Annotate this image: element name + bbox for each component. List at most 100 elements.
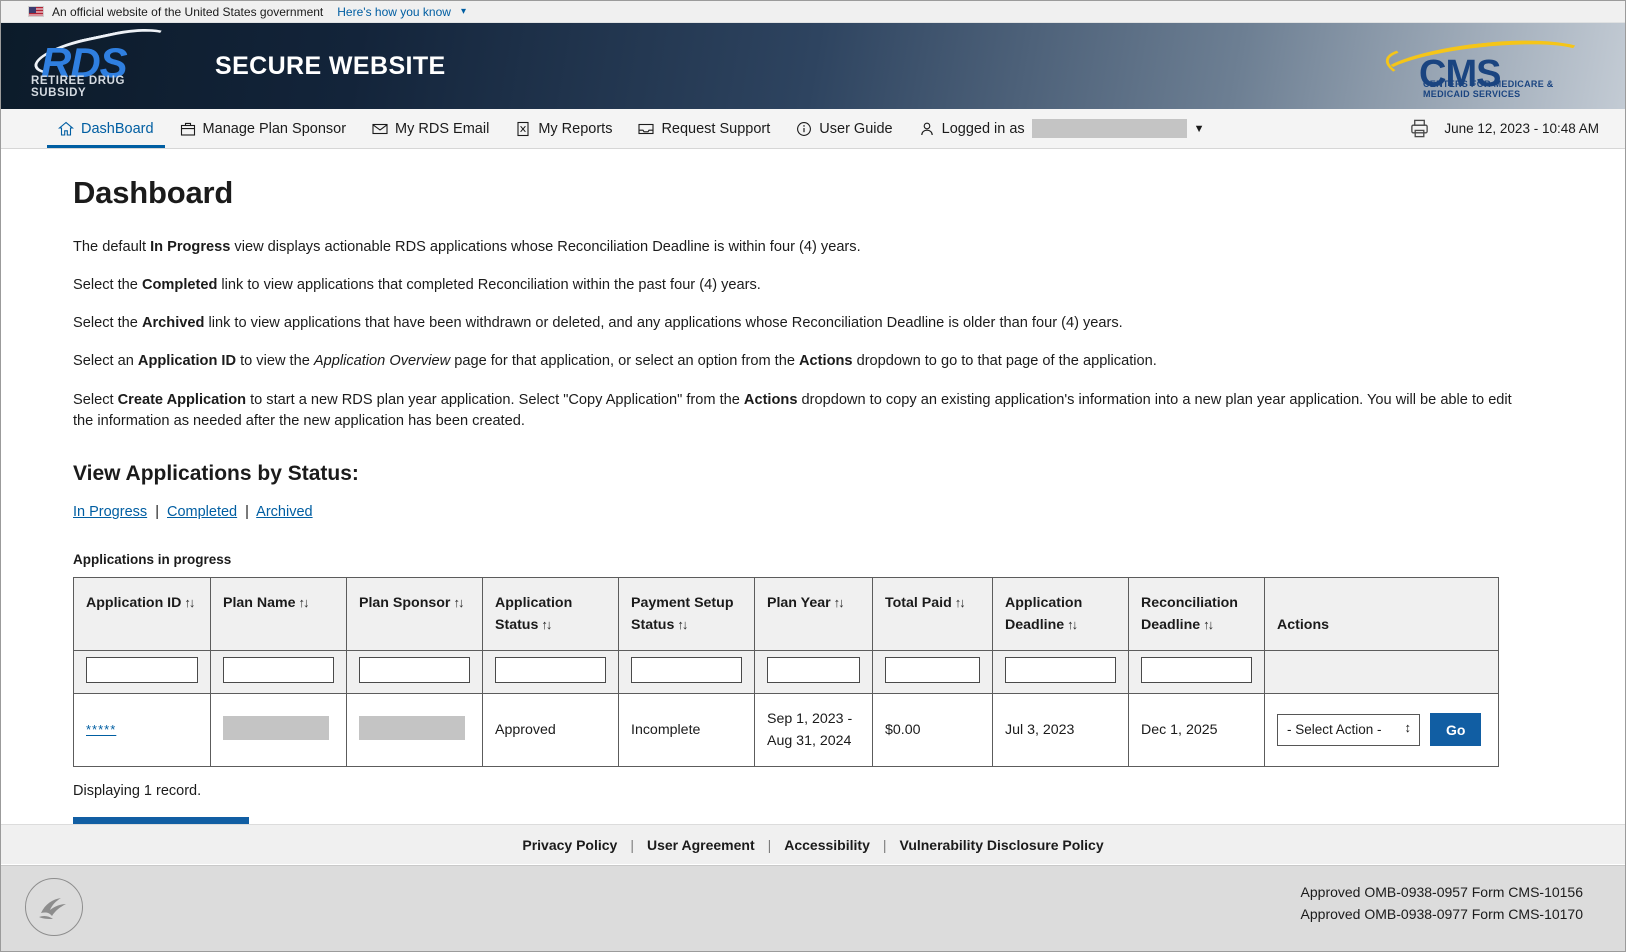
status-filter-links: In Progress | Completed | Archived: [73, 504, 1625, 520]
intro-paragraph-5: Select Create Application to start a new…: [73, 391, 1512, 429]
status-link-archived[interactable]: Archived: [256, 504, 312, 520]
filter-cell-payment-setup-status: [618, 649, 755, 694]
col-header-plan-sponsor[interactable]: Plan Sponsor ↑↓: [346, 576, 483, 651]
nav-item-dashboard[interactable]: DashBoard: [45, 109, 167, 148]
sort-updown-icon[interactable]: ↑↓: [834, 595, 845, 610]
filter-input-plan-name[interactable]: [223, 656, 334, 683]
person-icon: [919, 121, 935, 137]
filter-cell-actions: [1264, 649, 1499, 694]
filter-input-plan-year[interactable]: [767, 656, 860, 683]
footer-links-bar: Privacy Policy | User Agreement | Access…: [1, 824, 1625, 864]
cell-application-deadline: Jul 3, 2023: [992, 692, 1129, 767]
applications-table: Application ID ↑↓ Plan Name ↑↓ Plan Sponso…: [73, 576, 1499, 767]
envelope-icon: [372, 121, 388, 137]
col-header-application-status[interactable]: Application Status ↑↓: [482, 576, 619, 651]
briefcase-icon: [180, 121, 196, 137]
col-header-payment-setup-status[interactable]: Payment Setup Status ↑↓: [618, 576, 755, 651]
filter-input-application-deadline[interactable]: [1005, 656, 1116, 683]
intro-paragraph-3: Select the Archived link to view applica…: [73, 315, 1123, 332]
sort-updown-icon[interactable]: ↑↓: [677, 617, 688, 632]
col-label: Application Status: [495, 594, 573, 633]
col-header-application-deadline[interactable]: Application Deadline ↑↓: [992, 576, 1129, 651]
omb-line-2: Approved OMB-0938-0977 Form CMS-10170: [1300, 905, 1583, 922]
filter-input-payment-setup-status[interactable]: [631, 656, 742, 683]
col-header-reconciliation-deadline[interactable]: Reconciliation Deadline ↑↓: [1128, 576, 1265, 651]
logged-in-as-control[interactable]: Logged in as ▼: [906, 109, 1218, 148]
main-content: Dashboard The default In Progress view d…: [1, 149, 1625, 893]
filter-input-reconciliation-deadline[interactable]: [1141, 656, 1252, 683]
col-header-application-id[interactable]: Application ID ↑↓: [73, 576, 211, 651]
go-button[interactable]: Go: [1430, 713, 1482, 747]
nav-item-my-rds-email[interactable]: My RDS Email: [359, 109, 502, 148]
filter-input-plan-sponsor[interactable]: [359, 656, 470, 683]
cell-plan-name: [210, 692, 347, 767]
filter-input-application-status[interactable]: [495, 656, 606, 683]
rds-logo[interactable]: RDS RETIREE DRUG SUBSIDY: [29, 20, 177, 99]
heres-how-you-know-link[interactable]: Here's how you know: [337, 5, 451, 19]
col-header-plan-name[interactable]: Plan Name ↑↓: [210, 576, 347, 651]
record-count-text: Displaying 1 record.: [73, 782, 202, 799]
application-id-link[interactable]: *****: [86, 722, 116, 737]
usa-official-banner: An official website of the United States…: [1, 1, 1625, 23]
inbox-icon: [638, 121, 655, 137]
sort-updown-icon[interactable]: ↑↓: [955, 595, 966, 610]
table-row: ***** Approved Incomplete Sep 1, 2023 - …: [73, 692, 1499, 767]
chevron-down-icon[interactable]: ▼: [1194, 123, 1205, 135]
plan-year-end: Aug 31, 2024: [767, 732, 852, 749]
sort-updown-icon[interactable]: ↑↓: [1067, 617, 1078, 632]
actions-cell-wrapper: - Select Action - Go: [1277, 713, 1486, 747]
home-icon: [57, 121, 75, 137]
status-link-completed[interactable]: Completed: [167, 504, 237, 520]
omb-approval-text: Approved OMB-0938-0957 Form CMS-10156 Ap…: [1301, 882, 1583, 925]
filter-input-application-id[interactable]: [86, 656, 198, 683]
nav-item-my-reports[interactable]: My Reports: [502, 109, 625, 148]
filter-cell-plan-year: [754, 649, 873, 694]
col-label: Actions: [1277, 616, 1330, 633]
cell-actions: - Select Action - Go: [1264, 692, 1499, 767]
sort-updown-icon[interactable]: ↑↓: [184, 595, 195, 610]
cell-plan-year: Sep 1, 2023 - Aug 31, 2024: [754, 692, 873, 767]
us-flag-icon: [28, 6, 44, 17]
sort-updown-icon[interactable]: ↑↓: [1203, 617, 1214, 632]
hhs-seal-icon: [25, 878, 83, 936]
nav-item-manage-plan-sponsor[interactable]: Manage Plan Sponsor: [167, 109, 360, 148]
footer-separator-2: |: [767, 836, 772, 853]
nav-label-my-reports: My Reports: [538, 120, 613, 137]
col-header-total-paid[interactable]: Total Paid ↑↓: [872, 576, 993, 651]
chevron-down-icon[interactable]: ▾: [461, 6, 466, 17]
printer-icon[interactable]: [1409, 118, 1430, 139]
filter-input-total-paid[interactable]: [885, 656, 980, 683]
filter-cell-application-id: [73, 649, 211, 694]
filter-cell-application-deadline: [992, 649, 1129, 694]
filter-cell-application-status: [482, 649, 619, 694]
cell-application-id: *****: [73, 692, 211, 767]
filter-cell-plan-name: [210, 649, 347, 694]
footer-link-accessibility[interactable]: Accessibility: [784, 837, 870, 853]
page-root: An official website of the United States…: [0, 0, 1626, 952]
col-label: Plan Name: [223, 594, 296, 611]
footer-link-privacy-policy[interactable]: Privacy Policy: [522, 837, 617, 853]
nav-label-manage-plan-sponsor: Manage Plan Sponsor: [202, 120, 347, 137]
cell-plan-sponsor: [346, 692, 483, 767]
select-action-dropdown[interactable]: - Select Action -: [1277, 713, 1420, 746]
cell-application-status: Approved: [482, 692, 619, 767]
cell-total-paid: $0.00: [872, 692, 993, 767]
rds-logo-subtitle: RETIREE DRUG SUBSIDY: [31, 75, 126, 99]
intro-paragraph-2: Select the Completed link to view applic…: [73, 277, 761, 294]
col-header-actions: Actions: [1264, 576, 1499, 651]
sort-updown-icon[interactable]: ↑↓: [541, 617, 552, 632]
nav-label-my-rds-email: My RDS Email: [395, 120, 490, 137]
sort-updown-icon[interactable]: ↑↓: [453, 595, 464, 610]
status-link-in-progress[interactable]: In Progress: [73, 504, 147, 520]
logged-in-user-value: [1031, 119, 1187, 138]
footer-link-user-agreement[interactable]: User Agreement: [647, 837, 755, 853]
sort-updown-icon[interactable]: ↑↓: [299, 595, 310, 610]
col-header-plan-year[interactable]: Plan Year ↑↓: [754, 576, 873, 651]
col-label: Plan Sponsor: [359, 594, 451, 611]
filter-cell-reconciliation-deadline: [1128, 649, 1265, 694]
nav-item-request-support[interactable]: Request Support: [625, 109, 783, 148]
footer-separator-1: |: [630, 836, 634, 853]
nav-label-request-support: Request Support: [661, 120, 771, 137]
footer-link-vulnerability-disclosure-policy[interactable]: Vulnerability Disclosure Policy: [900, 837, 1104, 853]
nav-item-user-guide[interactable]: User Guide: [783, 109, 905, 148]
